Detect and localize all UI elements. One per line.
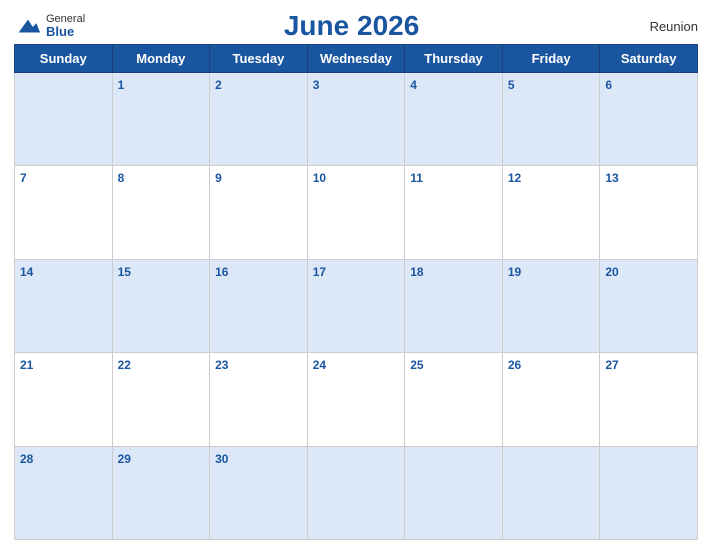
logo-icon bbox=[14, 12, 42, 40]
day-number: 27 bbox=[605, 358, 618, 372]
day-number: 20 bbox=[605, 265, 618, 279]
day-number: 19 bbox=[508, 265, 521, 279]
calendar-cell: 9 bbox=[210, 166, 308, 259]
day-number: 13 bbox=[605, 171, 618, 185]
header-wednesday: Wednesday bbox=[307, 45, 405, 73]
day-number: 21 bbox=[20, 358, 33, 372]
calendar-cell: 18 bbox=[405, 259, 503, 352]
calendar-cell: 28 bbox=[15, 446, 113, 539]
day-number: 5 bbox=[508, 78, 515, 92]
calendar-cell: 22 bbox=[112, 353, 210, 446]
day-number: 10 bbox=[313, 171, 326, 185]
day-number: 16 bbox=[215, 265, 228, 279]
calendar-cell: 25 bbox=[405, 353, 503, 446]
day-number: 3 bbox=[313, 78, 320, 92]
calendar-cell bbox=[307, 446, 405, 539]
day-number: 2 bbox=[215, 78, 222, 92]
week-row-5: 28 29 30 bbox=[15, 446, 698, 539]
header-tuesday: Tuesday bbox=[210, 45, 308, 73]
calendar-cell: 20 bbox=[600, 259, 698, 352]
day-number: 9 bbox=[215, 171, 222, 185]
calendar-cell: 17 bbox=[307, 259, 405, 352]
calendar-cell: 15 bbox=[112, 259, 210, 352]
day-number: 12 bbox=[508, 171, 521, 185]
logo-blue-label: Blue bbox=[46, 25, 85, 39]
day-number: 22 bbox=[118, 358, 131, 372]
header-sunday: Sunday bbox=[15, 45, 113, 73]
logo: General Blue bbox=[14, 12, 85, 40]
day-number: 25 bbox=[410, 358, 423, 372]
calendar-cell: 19 bbox=[502, 259, 600, 352]
calendar-title: June 2026 bbox=[85, 10, 618, 42]
calendar-cell: 2 bbox=[210, 73, 308, 166]
day-number: 17 bbox=[313, 265, 326, 279]
calendar-cell: 3 bbox=[307, 73, 405, 166]
calendar-cell: 27 bbox=[600, 353, 698, 446]
day-number: 29 bbox=[118, 452, 131, 466]
day-number: 24 bbox=[313, 358, 326, 372]
calendar-cell: 10 bbox=[307, 166, 405, 259]
calendar-cell: 7 bbox=[15, 166, 113, 259]
day-number: 26 bbox=[508, 358, 521, 372]
logo-text: General Blue bbox=[46, 13, 85, 39]
header-saturday: Saturday bbox=[600, 45, 698, 73]
calendar-table: Sunday Monday Tuesday Wednesday Thursday… bbox=[14, 44, 698, 540]
calendar-cell: 11 bbox=[405, 166, 503, 259]
day-number: 6 bbox=[605, 78, 612, 92]
day-number: 7 bbox=[20, 171, 27, 185]
week-row-1: 1 2 3 4 5 6 bbox=[15, 73, 698, 166]
header-thursday: Thursday bbox=[405, 45, 503, 73]
calendar-cell: 24 bbox=[307, 353, 405, 446]
day-number: 15 bbox=[118, 265, 131, 279]
day-number: 14 bbox=[20, 265, 33, 279]
day-number: 18 bbox=[410, 265, 423, 279]
calendar-header: General Blue June 2026 Reunion bbox=[14, 10, 698, 42]
calendar-cell bbox=[15, 73, 113, 166]
day-number: 1 bbox=[118, 78, 125, 92]
week-row-2: 7 8 9 10 11 12 13 bbox=[15, 166, 698, 259]
calendar-cell: 4 bbox=[405, 73, 503, 166]
calendar-cell: 30 bbox=[210, 446, 308, 539]
calendar-cell: 29 bbox=[112, 446, 210, 539]
calendar-cell bbox=[502, 446, 600, 539]
week-row-3: 14 15 16 17 18 19 20 bbox=[15, 259, 698, 352]
days-header-row: Sunday Monday Tuesday Wednesday Thursday… bbox=[15, 45, 698, 73]
header-friday: Friday bbox=[502, 45, 600, 73]
calendar-cell: 16 bbox=[210, 259, 308, 352]
day-number: 4 bbox=[410, 78, 417, 92]
header-monday: Monday bbox=[112, 45, 210, 73]
calendar-cell: 6 bbox=[600, 73, 698, 166]
day-number: 8 bbox=[118, 171, 125, 185]
calendar-cell: 5 bbox=[502, 73, 600, 166]
calendar-cell: 13 bbox=[600, 166, 698, 259]
calendar-cell: 14 bbox=[15, 259, 113, 352]
calendar-cell: 12 bbox=[502, 166, 600, 259]
calendar-cell: 8 bbox=[112, 166, 210, 259]
week-row-4: 21 22 23 24 25 26 27 bbox=[15, 353, 698, 446]
region-label: Reunion bbox=[618, 19, 698, 34]
calendar-cell bbox=[405, 446, 503, 539]
day-number: 11 bbox=[410, 171, 423, 185]
calendar-cell: 1 bbox=[112, 73, 210, 166]
calendar-cell: 26 bbox=[502, 353, 600, 446]
calendar-cell bbox=[600, 446, 698, 539]
day-number: 30 bbox=[215, 452, 228, 466]
calendar-cell: 21 bbox=[15, 353, 113, 446]
calendar-cell: 23 bbox=[210, 353, 308, 446]
day-number: 28 bbox=[20, 452, 33, 466]
day-number: 23 bbox=[215, 358, 228, 372]
